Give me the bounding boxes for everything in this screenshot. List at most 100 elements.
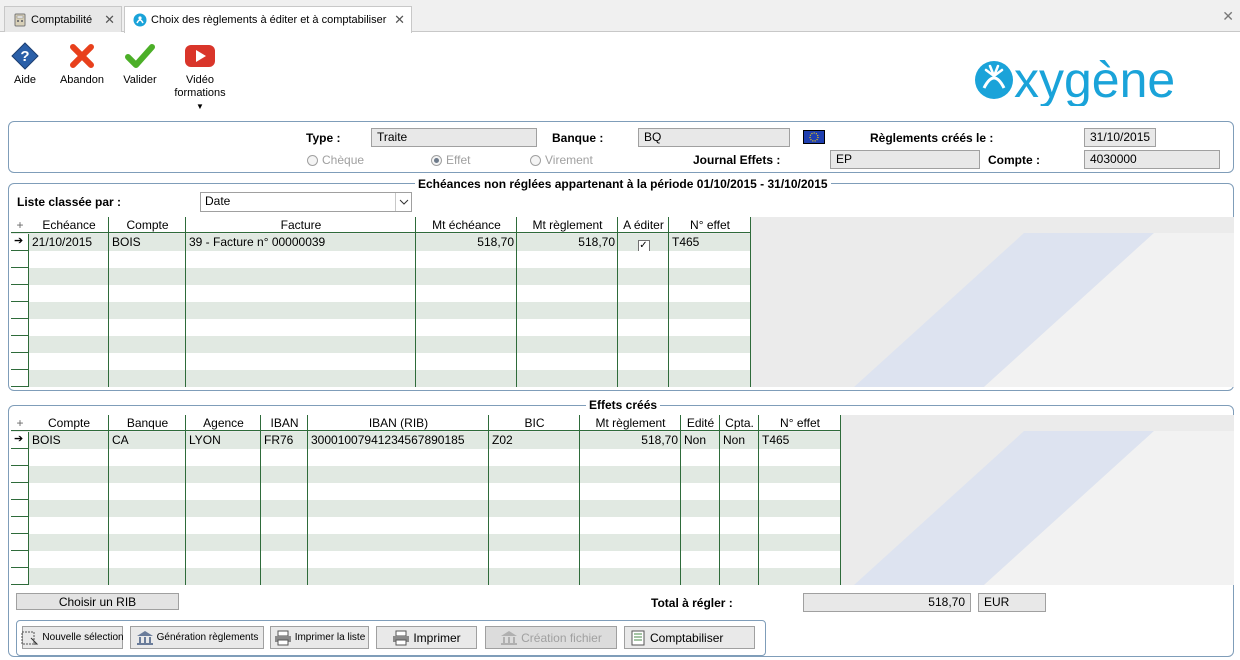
row-selector[interactable] <box>11 534 29 551</box>
column-header[interactable]: BIC <box>489 415 580 431</box>
row-selector[interactable] <box>11 353 29 370</box>
tab-choix-reglements[interactable]: Choix des règlements à éditer et à compt… <box>124 6 412 33</box>
row-selector[interactable]: ➔ <box>11 432 29 449</box>
column-divider <box>185 415 186 585</box>
table-row[interactable] <box>11 302 751 319</box>
column-header[interactable]: A éditer <box>618 217 669 233</box>
close-icon[interactable]: ✕ <box>104 12 115 28</box>
table-row[interactable] <box>11 534 841 551</box>
table-row[interactable] <box>11 517 841 534</box>
row-selector[interactable] <box>11 517 29 534</box>
echeances-grid[interactable]: + Echéance Compte Facture Mt échéance Mt règl… <box>11 217 1234 387</box>
table-row[interactable] <box>11 500 841 517</box>
eu-flag-icon[interactable] <box>803 130 825 144</box>
table-row[interactable] <box>11 336 751 353</box>
window-close-icon[interactable]: ✕ <box>1222 8 1234 25</box>
column-header[interactable]: Compte <box>109 217 186 233</box>
row-selector[interactable] <box>11 302 29 319</box>
imprimer-liste-button[interactable]: Imprimer la liste <box>270 626 369 649</box>
column-header[interactable]: IBAN (RIB) <box>308 415 489 431</box>
banque-field[interactable]: BQ <box>638 128 790 147</box>
row-selector[interactable] <box>11 466 29 483</box>
row-selector[interactable] <box>11 551 29 568</box>
column-header[interactable]: Compte <box>29 415 109 431</box>
valider-button[interactable]: Valider <box>118 40 162 87</box>
sort-select[interactable]: Date <box>200 192 412 212</box>
chevron-down-icon[interactable] <box>395 193 411 211</box>
radio-virement[interactable]: Virement <box>530 153 593 167</box>
row-selector[interactable] <box>11 268 29 285</box>
column-header[interactable]: Cpta. <box>720 415 759 431</box>
column-header[interactable]: Facture <box>186 217 416 233</box>
dropdown-arrow-icon[interactable]: ▼ <box>172 100 228 113</box>
reglements-date-field[interactable]: 31/10/2015 <box>1084 128 1156 147</box>
journal-effets-field[interactable]: EP <box>830 150 980 169</box>
table-row[interactable] <box>11 251 751 268</box>
table-row[interactable]: ➔ BOIS CA LYON FR76 30001007941234567890185 Z0… <box>11 432 841 449</box>
cell-edite: Non <box>684 433 707 447</box>
column-divider <box>758 415 759 585</box>
cell-mt_reglement: 518,70 <box>578 235 615 249</box>
table-row[interactable] <box>11 353 751 370</box>
column-header[interactable]: IBAN <box>261 415 308 431</box>
table-row[interactable]: ➔ 21/10/2015 BOIS 39 - Facture n° 00000039 5… <box>11 234 751 251</box>
add-column-icon[interactable]: + <box>11 217 29 233</box>
column-header[interactable]: Banque <box>109 415 186 431</box>
row-selector[interactable]: ➔ <box>11 234 29 251</box>
nouvelle-selection-button[interactable]: Nouvelle sélection <box>21 626 124 649</box>
effets-grid[interactable]: + Compte Banque Agence IBAN IBAN (RIB) BIC Mt r… <box>11 415 1234 585</box>
row-selector[interactable] <box>11 251 29 268</box>
column-header[interactable]: N° effet <box>669 217 751 233</box>
column-header[interactable]: Edité <box>681 415 720 431</box>
grid-header: + Compte Banque Agence IBAN IBAN (RIB) BIC Mt r… <box>11 415 841 431</box>
row-selector[interactable] <box>11 500 29 517</box>
cell-n_effet: T465 <box>762 433 790 447</box>
aide-button[interactable]: ? Aide <box>4 40 46 87</box>
radio-effet[interactable]: Effet <box>431 153 470 167</box>
compte-field[interactable]: 4030000 <box>1084 150 1220 169</box>
table-row[interactable] <box>11 466 841 483</box>
column-header[interactable]: Agence <box>186 415 261 431</box>
creation-fichier-button[interactable]: Création fichier <box>485 626 617 649</box>
table-row[interactable] <box>11 268 751 285</box>
column-header[interactable]: Mt échéance <box>416 217 517 233</box>
table-row[interactable] <box>11 551 841 568</box>
header-panel <box>8 121 1234 173</box>
type-field[interactable]: Traite <box>371 128 537 147</box>
row-selector[interactable] <box>11 483 29 500</box>
table-row[interactable] <box>11 568 841 585</box>
row-selector[interactable] <box>11 285 29 302</box>
radio-cheque[interactable]: Chèque <box>307 153 364 167</box>
column-header[interactable]: Echéance <box>29 217 109 233</box>
close-icon[interactable]: ✕ <box>394 12 405 28</box>
row-selector[interactable] <box>11 449 29 466</box>
column-header[interactable]: Mt règlement <box>580 415 681 431</box>
tab-comptabilite[interactable]: Comptabilité ✕ <box>4 6 122 32</box>
video-label-1: Vidéo <box>186 74 214 86</box>
generation-reglements-button[interactable]: Génération règlements <box>130 626 264 649</box>
table-row[interactable] <box>11 483 841 500</box>
help-icon: ? <box>11 42 39 70</box>
column-header[interactable]: Mt règlement <box>517 217 618 233</box>
table-row[interactable] <box>11 370 751 387</box>
column-divider <box>488 415 489 585</box>
table-row[interactable] <box>11 449 841 466</box>
currency-field[interactable]: EUR <box>978 593 1046 612</box>
checkmark-icon <box>125 44 155 68</box>
imprimer-button[interactable]: Imprimer <box>376 626 477 649</box>
row-selector[interactable] <box>11 319 29 336</box>
row-selector[interactable] <box>11 568 29 585</box>
checkbox[interactable]: ✓ <box>637 240 650 251</box>
choisir-rib-button[interactable]: Choisir un RIB <box>16 593 179 610</box>
add-column-icon[interactable]: + <box>11 415 29 431</box>
cell-a_editer[interactable]: ✓ <box>618 234 669 251</box>
total-field[interactable]: 518,70 <box>803 593 971 612</box>
comptabiliser-button[interactable]: Comptabiliser <box>624 626 755 649</box>
table-row[interactable] <box>11 285 751 302</box>
video-formations-button[interactable]: Vidéo formations ▼ <box>172 40 228 113</box>
table-row[interactable] <box>11 319 751 336</box>
row-selector[interactable] <box>11 370 29 387</box>
column-header[interactable]: N° effet <box>759 415 841 431</box>
row-selector[interactable] <box>11 336 29 353</box>
abandon-button[interactable]: Abandon <box>56 40 108 87</box>
